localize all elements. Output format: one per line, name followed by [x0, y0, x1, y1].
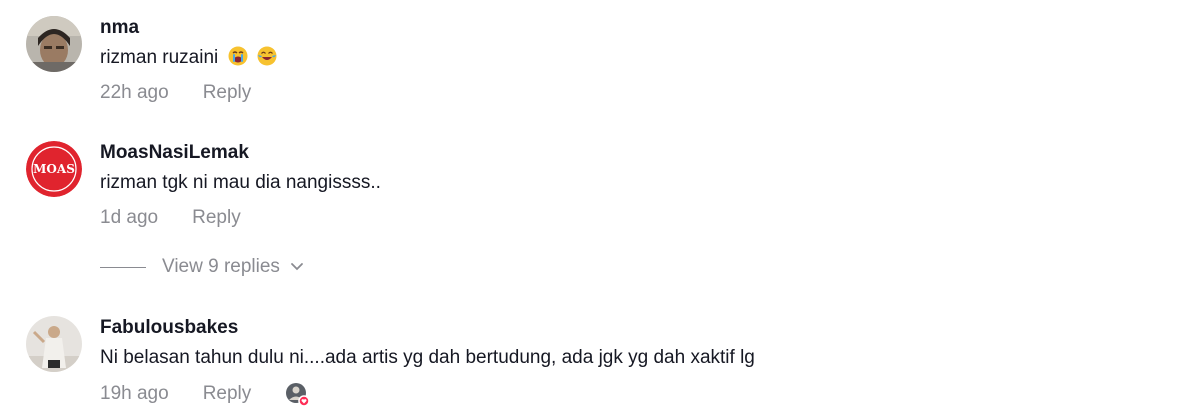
reply-button[interactable]: Reply [192, 207, 241, 229]
crying-face-emoji [228, 46, 248, 66]
comment-text: rizman tgk ni mau dia nangissss.. [100, 172, 381, 193]
avatar[interactable]: MOAS [26, 141, 82, 197]
comment-time: 19h ago [100, 383, 169, 404]
comment-username[interactable]: MoasNasiLemak [100, 141, 381, 165]
comment-text: rizman ruzaini [100, 46, 277, 70]
avatar[interactable] [26, 16, 82, 72]
tears-of-joy-emoji [257, 46, 277, 66]
comment-text-content: rizman ruzaini [100, 47, 219, 68]
comment-item: MOAS MoasNasiLemak rizman tgk ni mau dia… [26, 141, 381, 229]
view-replies-label: View 9 replies [162, 256, 280, 277]
comment-meta: 1d ago Reply [100, 207, 381, 229]
chevron-down-icon [291, 263, 303, 271]
comment-item: Fabulousbakes Ni belasan tahun dulu ni..… [26, 316, 755, 407]
comment-time: 22h ago [100, 82, 169, 103]
creator-liked-avatar [285, 382, 311, 407]
avatar[interactable] [26, 316, 82, 372]
reply-button[interactable]: Reply [203, 82, 252, 104]
comment-meta: 19h ago Reply [100, 382, 755, 407]
comment-username[interactable]: nma [100, 16, 277, 40]
comment-item: nma rizman ruzaini 22h ago Reply [26, 16, 277, 104]
comment-username[interactable]: Fabulousbakes [100, 316, 755, 340]
reply-button[interactable]: Reply [203, 383, 252, 405]
comment-text: Ni belasan tahun dulu ni....ada artis yg… [100, 347, 755, 368]
divider-line [100, 266, 146, 268]
comment-time: 1d ago [100, 207, 159, 228]
comment-body: Fabulousbakes Ni belasan tahun dulu ni..… [100, 316, 755, 407]
view-replies-button[interactable]: View 9 replies [100, 256, 304, 278]
svg-text:MOAS: MOAS [33, 162, 75, 176]
comment-meta: 22h ago Reply [100, 82, 277, 104]
comment-body: nma rizman ruzaini 22h ago Reply [100, 16, 277, 104]
comment-body: MoasNasiLemak rizman tgk ni mau dia nang… [100, 141, 381, 229]
